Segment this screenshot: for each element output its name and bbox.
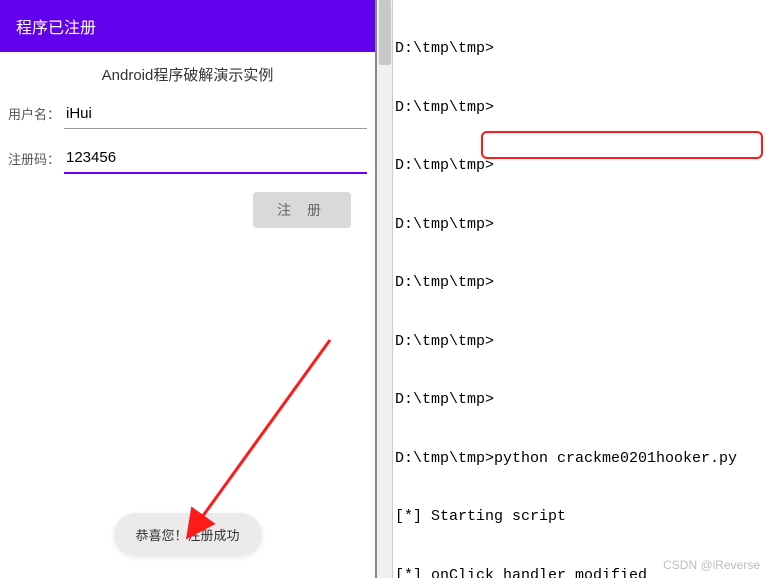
button-row: 注 册 <box>0 174 375 228</box>
scrollbar-thumb[interactable] <box>379 0 391 65</box>
app-title-text: 程序已注册 <box>16 20 96 37</box>
terminal-panel: D:\tmp\tmp> D:\tmp\tmp> D:\tmp\tmp> D:\t… <box>375 0 770 578</box>
app-title-bar: 程序已注册 <box>0 0 375 52</box>
terminal-output: D:\tmp\tmp> D:\tmp\tmp> D:\tmp\tmp> D:\t… <box>395 0 770 578</box>
terminal-line: D:\tmp\tmp> <box>395 332 770 352</box>
terminal-line: D:\tmp\tmp> <box>395 156 770 176</box>
terminal-line: D:\tmp\tmp> <box>395 215 770 235</box>
toast-message: 恭喜您！注册成功 <box>113 513 261 556</box>
username-row: 用户名： <box>0 95 375 129</box>
scrollbar-track[interactable] <box>377 0 393 578</box>
terminal-line: D:\tmp\tmp> <box>395 273 770 293</box>
username-input[interactable] <box>64 99 367 129</box>
terminal-line: [*] Starting script <box>395 507 770 527</box>
regcode-row: 注册码： <box>0 139 375 174</box>
regcode-label: 注册码： <box>8 149 64 174</box>
watermark-text: CSDN @iReverse <box>663 558 760 572</box>
register-button[interactable]: 注 册 <box>253 192 351 228</box>
terminal-line: D:\tmp\tmp> <box>395 39 770 59</box>
app-subtitle: Android程序破解演示实例 <box>0 52 375 95</box>
android-app-panel: 程序已注册 Android程序破解演示实例 用户名： 注册码： 注 册 恭喜您！… <box>0 0 375 578</box>
terminal-line: D:\tmp\tmp> <box>395 390 770 410</box>
terminal-line: D:\tmp\tmp> <box>395 98 770 118</box>
username-label: 用户名： <box>8 104 64 129</box>
regcode-input[interactable] <box>64 143 367 174</box>
terminal-line: D:\tmp\tmp>python crackme0201hooker.py <box>395 449 770 469</box>
